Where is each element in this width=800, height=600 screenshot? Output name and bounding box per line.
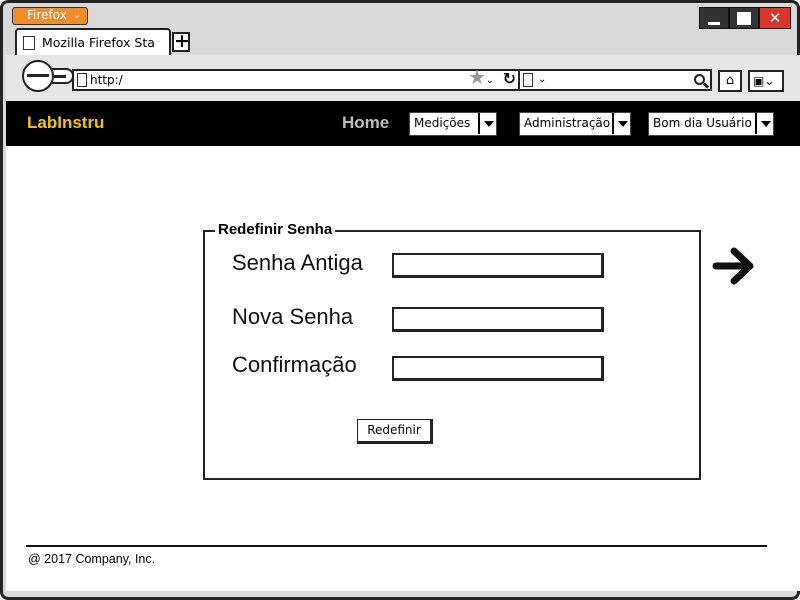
new-tab-button[interactable]: +: [172, 32, 190, 52]
caret-down-icon: [478, 113, 496, 134]
url-text: http:/: [90, 73, 123, 87]
reload-icon[interactable]: ↻: [503, 69, 516, 88]
search-engine-icon[interactable]: [523, 73, 533, 87]
maximize-button[interactable]: [729, 7, 759, 29]
dropdown-label: Administração: [524, 116, 611, 130]
home-icon[interactable]: ⌂: [718, 70, 742, 92]
search-icon[interactable]: [694, 74, 705, 85]
medicoes-dropdown[interactable]: Medições: [409, 112, 497, 136]
forward-button[interactable]: [52, 68, 74, 84]
nav-home-link[interactable]: Home: [342, 113, 389, 133]
form-legend: Redefinir Senha: [215, 221, 336, 238]
dropdown-label: Medições: [414, 116, 471, 130]
bookmark-icon[interactable]: ▣⌄: [748, 70, 784, 92]
browser-toolbar: http:/ ★ ⌄ ↻ ⌄ ⌂ ▣⌄: [6, 55, 800, 101]
reset-password-form: Redefinir Senha Senha Antiga Nova Senha …: [203, 221, 701, 480]
firefox-menu-label: Firefox: [27, 8, 67, 22]
new-password-input[interactable]: [392, 307, 604, 332]
minimize-button[interactable]: [699, 7, 729, 29]
page-icon: [77, 73, 87, 87]
footer-copyright: @ 2017 Company, Inc.: [28, 552, 156, 566]
favicon-icon: [23, 36, 35, 50]
address-bar[interactable]: http:/ ★ ⌄ ↻: [72, 67, 520, 91]
close-window-button[interactable]: ✕: [759, 7, 791, 29]
caret-down-icon: [755, 113, 773, 134]
chevron-down-icon[interactable]: ⌄: [486, 71, 494, 90]
dropdown-label: Bom dia Usuário: [653, 116, 752, 130]
confirm-password-input[interactable]: [392, 356, 604, 381]
site-navbar: LabInstru Home Medições Administração Bo…: [6, 101, 800, 146]
page-viewport: LabInstru Home Medições Administração Bo…: [6, 101, 800, 591]
search-bar[interactable]: ⌄: [518, 69, 712, 91]
redefinir-button[interactable]: Redefinir: [357, 419, 433, 444]
caret-down-icon: [612, 113, 630, 134]
browser-tab[interactable]: Mozilla Firefox Sta: [15, 28, 171, 55]
brand-logo[interactable]: LabInstru: [27, 113, 104, 133]
footer-divider: [26, 545, 767, 547]
star-icon[interactable]: ★: [468, 67, 486, 87]
chevron-down-icon: ⌄: [72, 10, 81, 21]
old-password-input[interactable]: [392, 253, 604, 278]
user-dropdown[interactable]: Bom dia Usuário: [648, 112, 774, 136]
browser-window: Firefox ⌄ ✕ Mozilla Firefox Sta + http:/…: [0, 0, 800, 600]
confirm-password-label: Confirmação: [232, 352, 357, 377]
window-controls: ✕: [699, 7, 791, 29]
old-password-label: Senha Antiga: [232, 250, 363, 275]
administracao-dropdown[interactable]: Administração: [519, 112, 631, 136]
tab-title: Mozilla Firefox Sta: [42, 35, 155, 50]
firefox-menu-button[interactable]: Firefox ⌄: [12, 7, 88, 25]
arrow-right-icon[interactable]: [712, 243, 756, 289]
new-password-label: Nova Senha: [232, 304, 354, 329]
chevron-down-icon[interactable]: ⌄: [538, 74, 546, 85]
back-button[interactable]: [22, 60, 54, 92]
